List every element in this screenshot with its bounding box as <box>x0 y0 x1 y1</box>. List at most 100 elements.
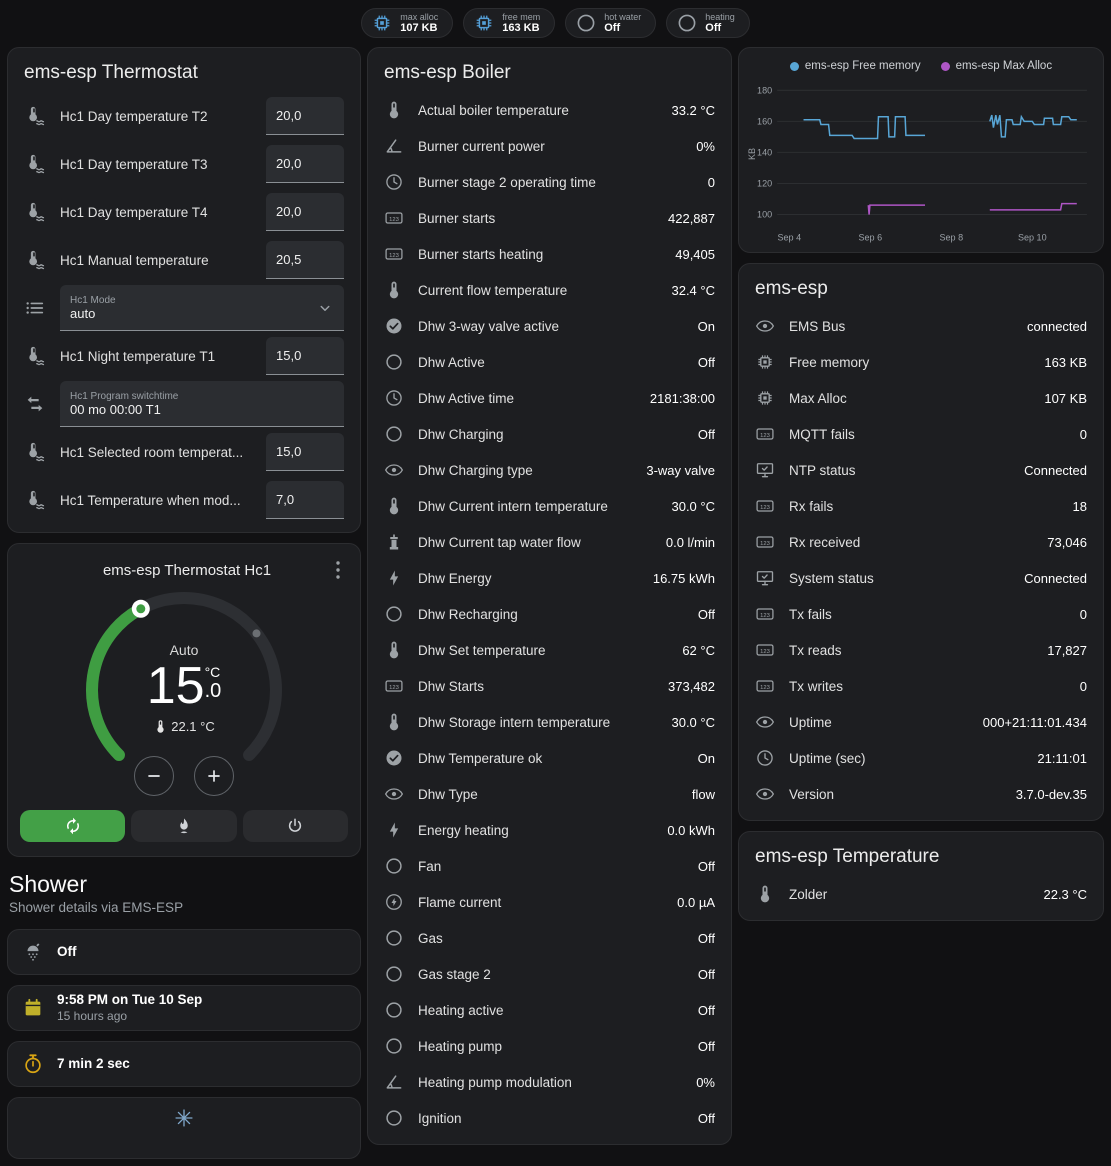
badge[interactable]: free mem 163 KB <box>463 8 555 38</box>
sensor-row[interactable]: Dhw Active time 2181:38:00 <box>368 380 731 416</box>
sensor-icon: 123 <box>755 424 775 444</box>
sensor-row[interactable]: Uptime (sec) 21:11:01 <box>739 740 1103 776</box>
boiler-rows: Actual boiler temperature 33.2 °C Burner… <box>368 92 731 1144</box>
entity-control[interactable]: 20,5 <box>266 241 344 279</box>
snowflake-icon <box>174 1108 194 1128</box>
sensor-row[interactable]: Dhw Set temperature 62 °C <box>368 632 731 668</box>
sensor-row[interactable]: Dhw 3-way valve active On <box>368 308 731 344</box>
sensor-row[interactable]: Dhw Active Off <box>368 344 731 380</box>
sensor-row[interactable]: Flame current 0.0 µA <box>368 884 731 920</box>
entity-control[interactable]: 20,0 <box>266 193 344 231</box>
sensor-row[interactable]: Energy heating 0.0 kWh <box>368 812 731 848</box>
sensor-value: 0 <box>1080 427 1087 442</box>
sensor-value: 0 <box>708 175 715 190</box>
partial-card[interactable] <box>7 1097 361 1159</box>
badge[interactable]: max alloc 107 KB <box>361 8 453 38</box>
control-value: 15,0 <box>276 444 334 459</box>
emsesp-card: ems-esp EMS Bus connected Free memory 16… <box>738 263 1104 821</box>
badge[interactable]: hot water Off <box>565 8 656 38</box>
shower-card[interactable]: 9:58 PM on Tue 10 Sep 15 hours ago <box>7 985 361 1031</box>
svg-text:180: 180 <box>757 85 772 95</box>
sensor-row[interactable]: Dhw Current intern temperature 30.0 °C <box>368 488 731 524</box>
entity-control[interactable]: 20,0 <box>266 145 344 183</box>
hvac-mode-button[interactable] <box>243 810 348 842</box>
entity-control[interactable]: 15,0 <box>266 433 344 471</box>
sensor-icon <box>384 820 404 840</box>
sensor-value: 3-way valve <box>646 463 715 478</box>
sensor-row[interactable]: Dhw Charging Off <box>368 416 731 452</box>
sensor-row[interactable]: Dhw Storage intern temperature 30.0 °C <box>368 704 731 740</box>
sensor-row[interactable]: Heating pump Off <box>368 1028 731 1064</box>
svg-text:123: 123 <box>760 613 770 619</box>
sensor-row[interactable]: 123 MQTT fails 0 <box>739 416 1103 452</box>
entity-control[interactable]: 20,0 <box>266 97 344 135</box>
entity-control[interactable]: Hc1 Program switchtime 00 mo 00:00 T1 <box>60 381 344 427</box>
sensor-row[interactable]: Zolder 22.3 °C <box>739 876 1103 912</box>
temperature-rows: Zolder 22.3 °C <box>739 876 1103 920</box>
sensor-row[interactable]: Dhw Temperature ok On <box>368 740 731 776</box>
badge-value: 107 KB <box>400 22 438 35</box>
sensor-row[interactable]: 123 Rx fails 18 <box>739 488 1103 524</box>
sensor-row[interactable]: Gas stage 2 Off <box>368 956 731 992</box>
sensor-label: Actual boiler temperature <box>418 103 657 118</box>
hvac-mode-button[interactable] <box>131 810 236 842</box>
sensor-row[interactable]: EMS Bus connected <box>739 308 1103 344</box>
sensor-row[interactable]: Dhw Type flow <box>368 776 731 812</box>
sensor-value: 18 <box>1073 499 1087 514</box>
sensor-row[interactable]: System status Connected <box>739 560 1103 596</box>
sensor-row[interactable]: Burner stage 2 operating time 0 <box>368 164 731 200</box>
memory-history-chart[interactable]: 100120140160180Sep 4Sep 6Sep 8Sep 10KB <box>747 74 1095 248</box>
entity-row: Hc1 Day temperature T3 20,0 <box>8 140 360 188</box>
sensor-icon <box>755 316 775 336</box>
sensor-row[interactable]: Max Alloc 107 KB <box>739 380 1103 416</box>
sensor-row[interactable]: Uptime 000+21:11:01.434 <box>739 704 1103 740</box>
entity-icon <box>24 297 46 319</box>
sensor-row[interactable]: Version 3.7.0-dev.35 <box>739 776 1103 812</box>
sensor-row[interactable]: Gas Off <box>368 920 731 956</box>
legend-item[interactable]: ems-esp Free memory <box>790 60 921 72</box>
more-options-button[interactable] <box>326 558 350 582</box>
card-title: ems-esp Thermostat <box>8 48 360 92</box>
sensor-row[interactable]: Free memory 163 KB <box>739 344 1103 380</box>
sensor-row[interactable]: 123 Rx received 73,046 <box>739 524 1103 560</box>
dial-card-header: ems-esp Thermostat Hc1 <box>8 544 360 582</box>
hvac-mode-icon <box>286 817 304 835</box>
svg-text:100: 100 <box>757 210 772 220</box>
entity-control[interactable]: 7,0 <box>266 481 344 519</box>
badge[interactable]: heating Off <box>666 8 750 38</box>
thermostat-dial[interactable]: Auto 15 °C .0 22.1 °C <box>72 586 296 786</box>
sensor-row[interactable]: 123 Tx fails 0 <box>739 596 1103 632</box>
sensor-row[interactable]: Dhw Recharging Off <box>368 596 731 632</box>
sensor-icon <box>384 460 404 480</box>
sensor-row[interactable]: 123 Burner starts heating 49,405 <box>368 236 731 272</box>
sensor-row[interactable]: Fan Off <box>368 848 731 884</box>
sensor-label: Dhw Current intern temperature <box>418 499 657 514</box>
sensor-row[interactable]: Actual boiler temperature 33.2 °C <box>368 92 731 128</box>
svg-text:Sep 10: Sep 10 <box>1018 232 1047 242</box>
control-text: 20,5 <box>276 252 334 267</box>
badge-icon <box>676 12 698 34</box>
shower-card[interactable]: Off <box>7 929 361 975</box>
sensor-row[interactable]: Burner current power 0% <box>368 128 731 164</box>
hvac-mode-button[interactable] <box>20 810 125 842</box>
sensor-row[interactable]: Dhw Charging type 3-way valve <box>368 452 731 488</box>
sensor-row[interactable]: Heating pump modulation 0% <box>368 1064 731 1100</box>
sensor-label: Gas stage 2 <box>418 967 684 982</box>
entity-control[interactable]: Hc1 Mode auto <box>60 285 344 331</box>
shower-card[interactable]: 7 min 2 sec <box>7 1041 361 1087</box>
sensor-row[interactable]: Ignition Off <box>368 1100 731 1136</box>
sensor-row[interactable]: Current flow temperature 32.4 °C <box>368 272 731 308</box>
legend-item[interactable]: ems-esp Max Alloc <box>941 60 1053 72</box>
sensor-row[interactable]: 123 Burner starts 422,887 <box>368 200 731 236</box>
sensor-row[interactable]: Heating active Off <box>368 992 731 1028</box>
entity-control[interactable]: 15,0 <box>266 337 344 375</box>
sensor-row[interactable]: 123 Dhw Starts 373,482 <box>368 668 731 704</box>
sensor-row[interactable]: 123 Tx reads 17,827 <box>739 632 1103 668</box>
sensor-row[interactable]: Dhw Energy 16.75 kWh <box>368 560 731 596</box>
entity-label: Hc1 Temperature when mod... <box>60 493 252 508</box>
svg-text:160: 160 <box>757 116 772 126</box>
sensor-row[interactable]: Dhw Current tap water flow 0.0 l/min <box>368 524 731 560</box>
sensor-row[interactable]: NTP status Connected <box>739 452 1103 488</box>
sensor-row[interactable]: 123 Tx writes 0 <box>739 668 1103 704</box>
control-value: 20,5 <box>276 252 334 267</box>
